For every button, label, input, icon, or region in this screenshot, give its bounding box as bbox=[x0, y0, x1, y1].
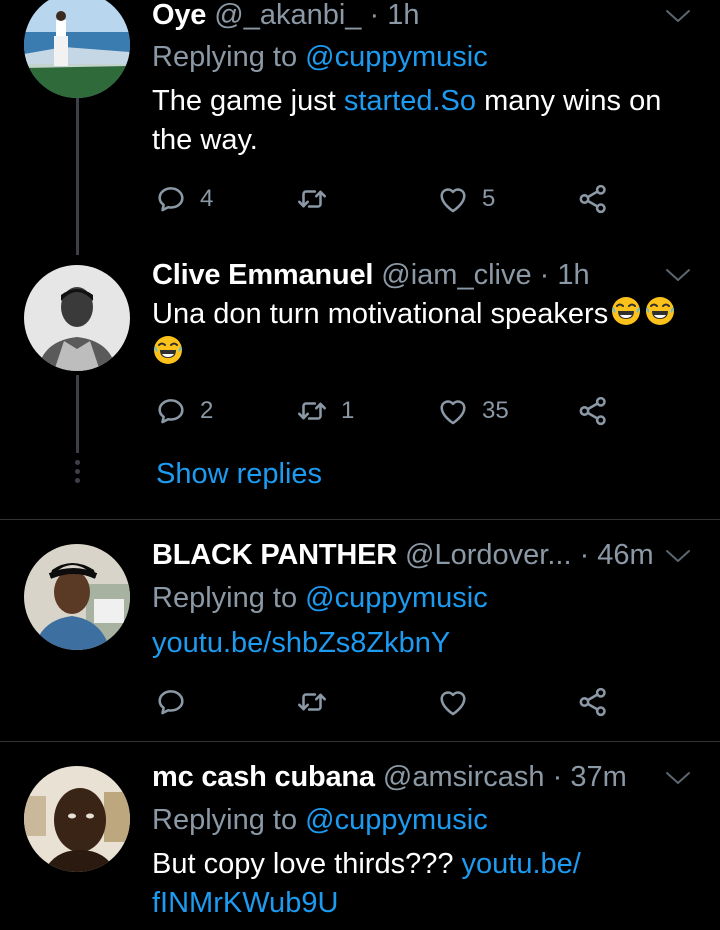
replying-to-label: Replying to bbox=[152, 582, 306, 614]
chevron-down-icon[interactable] bbox=[664, 768, 692, 788]
timestamp[interactable]: 1h bbox=[387, 0, 419, 31]
retweet-button[interactable] bbox=[295, 179, 329, 219]
like-count: 35 bbox=[482, 397, 509, 424]
like-button[interactable]: 35 bbox=[436, 391, 509, 431]
user-handle[interactable]: @amsircash bbox=[383, 761, 545, 793]
share-nodes-icon bbox=[576, 394, 610, 428]
display-name[interactable]: Clive Emmanuel bbox=[152, 259, 373, 291]
retweet-arrows-icon bbox=[295, 182, 329, 216]
heart-icon bbox=[436, 685, 470, 719]
tweet-link[interactable]: youtu.be/shbZs8ZkbnY bbox=[152, 627, 450, 659]
heart-icon bbox=[436, 394, 470, 428]
retweet-arrows-icon bbox=[295, 394, 329, 428]
like-count: 5 bbox=[482, 185, 496, 212]
thread-line bbox=[76, 98, 79, 255]
replying-to-label: Replying to bbox=[152, 804, 306, 836]
timestamp[interactable]: 1h bbox=[557, 259, 589, 291]
display-name[interactable]: Oye bbox=[152, 0, 206, 31]
retweet-button[interactable]: 1 bbox=[295, 391, 354, 431]
tweet-text-part: The game just bbox=[152, 85, 344, 117]
reply-button[interactable] bbox=[154, 682, 188, 722]
tweet-text: But copy love thirds??? youtu.be/fINMrKW… bbox=[152, 845, 702, 923]
tweet-text: Una don turn motivational speakers bbox=[152, 295, 712, 373]
tweet-header: Clive Emmanuel @iam_clive · 1h bbox=[152, 258, 590, 292]
chevron-down-icon[interactable] bbox=[664, 546, 692, 566]
like-button[interactable]: 5 bbox=[436, 179, 495, 219]
mention-link[interactable]: @cuppymusic bbox=[305, 804, 488, 836]
tweet-actions bbox=[152, 682, 622, 722]
replying-to-label: Replying to bbox=[152, 41, 306, 73]
tweet-header: Oye @_akanbi_ · 1h bbox=[152, 0, 420, 32]
chevron-down-icon[interactable] bbox=[664, 6, 692, 26]
user-handle[interactable]: @iam_clive bbox=[381, 259, 531, 291]
separator-dot: · bbox=[552, 761, 563, 793]
face-with-tears-of-joy-icon bbox=[152, 334, 184, 366]
timestamp[interactable]: 37m bbox=[570, 761, 626, 793]
share-button[interactable] bbox=[576, 682, 610, 722]
replying-to: Replying to @cuppymusic bbox=[152, 803, 488, 837]
tweet[interactable]: BLACK PANTHER @Lordover... · 46m Replyin… bbox=[0, 520, 720, 742]
timestamp[interactable]: 46m bbox=[597, 539, 653, 571]
face-with-tears-of-joy-icon bbox=[644, 295, 676, 327]
avatar[interactable] bbox=[24, 0, 130, 98]
show-replies-link[interactable]: Show replies bbox=[156, 458, 322, 491]
speech-bubble-icon bbox=[154, 394, 188, 428]
display-name[interactable]: mc cash cubana bbox=[152, 761, 375, 793]
more-replies-dots bbox=[73, 460, 81, 487]
tweet[interactable]: Oye @_akanbi_ · 1h Replying to @cuppymus… bbox=[0, 0, 720, 255]
tweet-actions: 2 1 35 bbox=[152, 391, 622, 431]
user-handle[interactable]: @Lordover... bbox=[405, 539, 571, 571]
mention-link[interactable]: @cuppymusic bbox=[305, 41, 488, 73]
tweet-text: youtu.be/shbZs8ZkbnY bbox=[152, 624, 702, 663]
avatar[interactable] bbox=[24, 766, 130, 872]
thread-line bbox=[76, 375, 79, 453]
avatar[interactable] bbox=[24, 544, 130, 650]
tweet[interactable]: mc cash cubana @amsircash · 37m Replying… bbox=[0, 742, 720, 930]
like-button[interactable] bbox=[436, 682, 470, 722]
tweet-header: BLACK PANTHER @Lordover... · 46m bbox=[152, 538, 654, 572]
share-button[interactable] bbox=[576, 391, 610, 431]
mention-link[interactable]: @cuppymusic bbox=[305, 582, 488, 614]
speech-bubble-icon bbox=[154, 685, 188, 719]
avatar[interactable] bbox=[24, 265, 130, 371]
tweet-actions: 4 5 bbox=[152, 179, 622, 219]
chevron-down-icon[interactable] bbox=[664, 265, 692, 285]
reply-count: 2 bbox=[200, 397, 214, 424]
tweet-link[interactable]: youtu.be/ bbox=[462, 848, 581, 880]
reply-button[interactable]: 4 bbox=[154, 179, 213, 219]
reply-button[interactable]: 2 bbox=[154, 391, 213, 431]
tweet[interactable]: Clive Emmanuel @iam_clive · 1h Una don t… bbox=[0, 255, 720, 520]
tweet-link[interactable]: started.So bbox=[344, 85, 476, 117]
share-nodes-icon bbox=[576, 182, 610, 216]
user-handle[interactable]: @_akanbi_ bbox=[214, 0, 361, 31]
speech-bubble-icon bbox=[154, 182, 188, 216]
retweet-arrows-icon bbox=[295, 685, 329, 719]
tweet-header: mc cash cubana @amsircash · 37m bbox=[152, 760, 627, 794]
retweet-count: 1 bbox=[341, 397, 355, 424]
reply-count: 4 bbox=[200, 185, 214, 212]
display-name[interactable]: BLACK PANTHER bbox=[152, 539, 397, 571]
share-button[interactable] bbox=[576, 179, 610, 219]
separator-dot: · bbox=[369, 0, 380, 31]
tweet-text-part: Una don turn motivational speakers bbox=[152, 298, 609, 330]
tweet-link[interactable]: fINMrKWub9U bbox=[152, 887, 338, 919]
face-with-tears-of-joy-icon bbox=[610, 295, 642, 327]
replying-to: Replying to @cuppymusic bbox=[152, 40, 488, 74]
retweet-button[interactable] bbox=[295, 682, 329, 722]
separator-dot: · bbox=[579, 539, 590, 571]
tweet-text: The game just started.So many wins on th… bbox=[152, 82, 702, 160]
tweet-text-part: But copy love thirds??? bbox=[152, 848, 462, 880]
separator-dot: · bbox=[539, 259, 550, 291]
replying-to: Replying to @cuppymusic bbox=[152, 581, 488, 615]
share-nodes-icon bbox=[576, 685, 610, 719]
heart-icon bbox=[436, 182, 470, 216]
